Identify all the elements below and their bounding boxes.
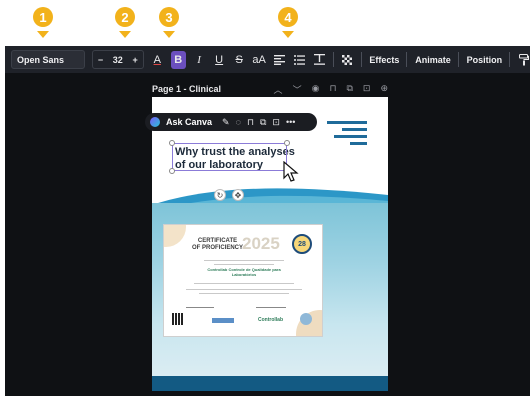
letter-case-button[interactable]: aA xyxy=(252,51,265,69)
underline-button[interactable]: U xyxy=(213,51,226,69)
lock-icon[interactable]: ⊓ xyxy=(247,117,254,128)
font-size-increase-button[interactable]: + xyxy=(132,55,137,65)
canva-logo-icon xyxy=(150,117,160,127)
font-size-value[interactable]: 32 xyxy=(113,55,123,65)
certificate-text-line xyxy=(194,283,294,284)
toolbar-divider xyxy=(457,52,459,67)
more-options-button[interactable]: ••• xyxy=(286,117,295,127)
text-selection-box[interactable] xyxy=(172,143,287,171)
ask-canva-button[interactable]: Ask Canva xyxy=(166,117,212,127)
qr-code-icon xyxy=(172,313,184,325)
font-size-stepper[interactable]: − 32 + xyxy=(91,50,144,69)
certificate-text-line xyxy=(204,260,284,261)
resize-handle[interactable] xyxy=(169,140,175,146)
page-title: Page 1 - Clinical xyxy=(152,84,222,94)
partner-logo-icon xyxy=(212,318,234,323)
step-arrow-4 xyxy=(282,31,294,38)
position-button[interactable]: Position xyxy=(467,55,503,65)
duplicate-page-icon[interactable]: ⧉ xyxy=(346,83,352,96)
effects-button[interactable]: Effects xyxy=(369,55,399,65)
step-arrow-1 xyxy=(37,31,49,38)
magic-write-icon[interactable]: ✎ xyxy=(222,117,230,128)
certificate-text-line xyxy=(186,289,302,290)
transparency-icon[interactable] xyxy=(341,51,354,69)
context-toolbar: Ask Canva ✎ ◌ ⊓ ⧉ ⊡ ••• xyxy=(145,113,317,131)
toolbar-divider xyxy=(360,52,362,67)
signature-line xyxy=(256,307,286,308)
chevron-up-icon[interactable]: ︿ xyxy=(274,83,283,96)
step-marker-4: 4 xyxy=(278,7,298,27)
italic-button[interactable]: I xyxy=(193,51,206,69)
resize-handle[interactable] xyxy=(284,140,290,146)
certificate-year: 2025 xyxy=(242,234,280,253)
footer-band xyxy=(152,376,388,391)
resize-handle[interactable] xyxy=(169,168,175,174)
signature-line xyxy=(186,307,214,308)
align-left-icon[interactable] xyxy=(273,51,286,69)
spacing-icon[interactable] xyxy=(313,51,326,69)
mouse-cursor-icon xyxy=(283,161,299,182)
move-icon[interactable]: ✥ xyxy=(232,189,244,201)
toolbar-divider xyxy=(332,52,334,67)
page-header: Page 1 - Clinical ︿ ﹀ ◉ ⊓ ⧉ ⊡ ⊕ xyxy=(152,82,388,96)
text-color-button[interactable]: A xyxy=(151,51,164,69)
bold-button[interactable]: B xyxy=(170,50,186,69)
chevron-down-icon[interactable]: ﹀ xyxy=(293,83,302,96)
certificate-text-line xyxy=(214,264,274,265)
rotate-icon[interactable]: ↻ xyxy=(214,189,226,201)
duplicate-icon[interactable]: ⧉ xyxy=(260,117,266,128)
page-actions: ︿ ﹀ ◉ ⊓ ⧉ ⊡ ⊕ xyxy=(274,83,388,96)
certificate-organization: Controllab Controle de Qualidade para La… xyxy=(207,267,281,277)
step-marker-1: 1 xyxy=(33,7,53,27)
trash-icon[interactable]: ⊡ xyxy=(272,117,280,128)
certificate-ornament xyxy=(164,225,186,247)
animate-button[interactable]: Animate xyxy=(415,55,451,65)
font-size-decrease-button[interactable]: − xyxy=(98,55,103,65)
paint-roller-icon[interactable] xyxy=(517,51,530,69)
lock-icon[interactable]: ⊓ xyxy=(329,83,336,96)
certificate-badge: 28 xyxy=(292,234,312,254)
strikethrough-button[interactable]: S xyxy=(233,51,246,69)
list-icon[interactable] xyxy=(293,51,306,69)
step-marker-2: 2 xyxy=(115,7,135,27)
step-arrow-3 xyxy=(163,31,175,38)
step-marker-3: 3 xyxy=(159,7,179,27)
toolbar-divider xyxy=(406,52,408,67)
seal-icon xyxy=(300,313,312,325)
certificate-text-line xyxy=(199,293,289,294)
certificate-image[interactable]: CERTIFICATE OF PROFICIENCY 2025 28 Contr… xyxy=(163,224,323,337)
eye-icon[interactable]: ◉ xyxy=(312,83,320,96)
certificate-title: CERTIFICATE OF PROFICIENCY xyxy=(192,238,244,251)
add-page-icon[interactable]: ⊕ xyxy=(380,83,388,96)
comment-icon[interactable]: ◌ xyxy=(236,117,241,127)
delete-page-icon[interactable]: ⊡ xyxy=(363,83,371,96)
text-toolbar: Open Sans − 32 + A B I U S aA Effects An… xyxy=(5,46,530,73)
certificate-logo: Controllab xyxy=(258,317,283,323)
font-family-select[interactable]: Open Sans xyxy=(11,50,85,69)
transform-controls: ↻ ✥ xyxy=(214,189,244,201)
step-arrow-2 xyxy=(119,31,131,38)
canva-editor: 1 2 3 4 Open Sans − 32 + A B I U S aA Ef… xyxy=(0,0,530,396)
toolbar-divider xyxy=(509,52,511,67)
